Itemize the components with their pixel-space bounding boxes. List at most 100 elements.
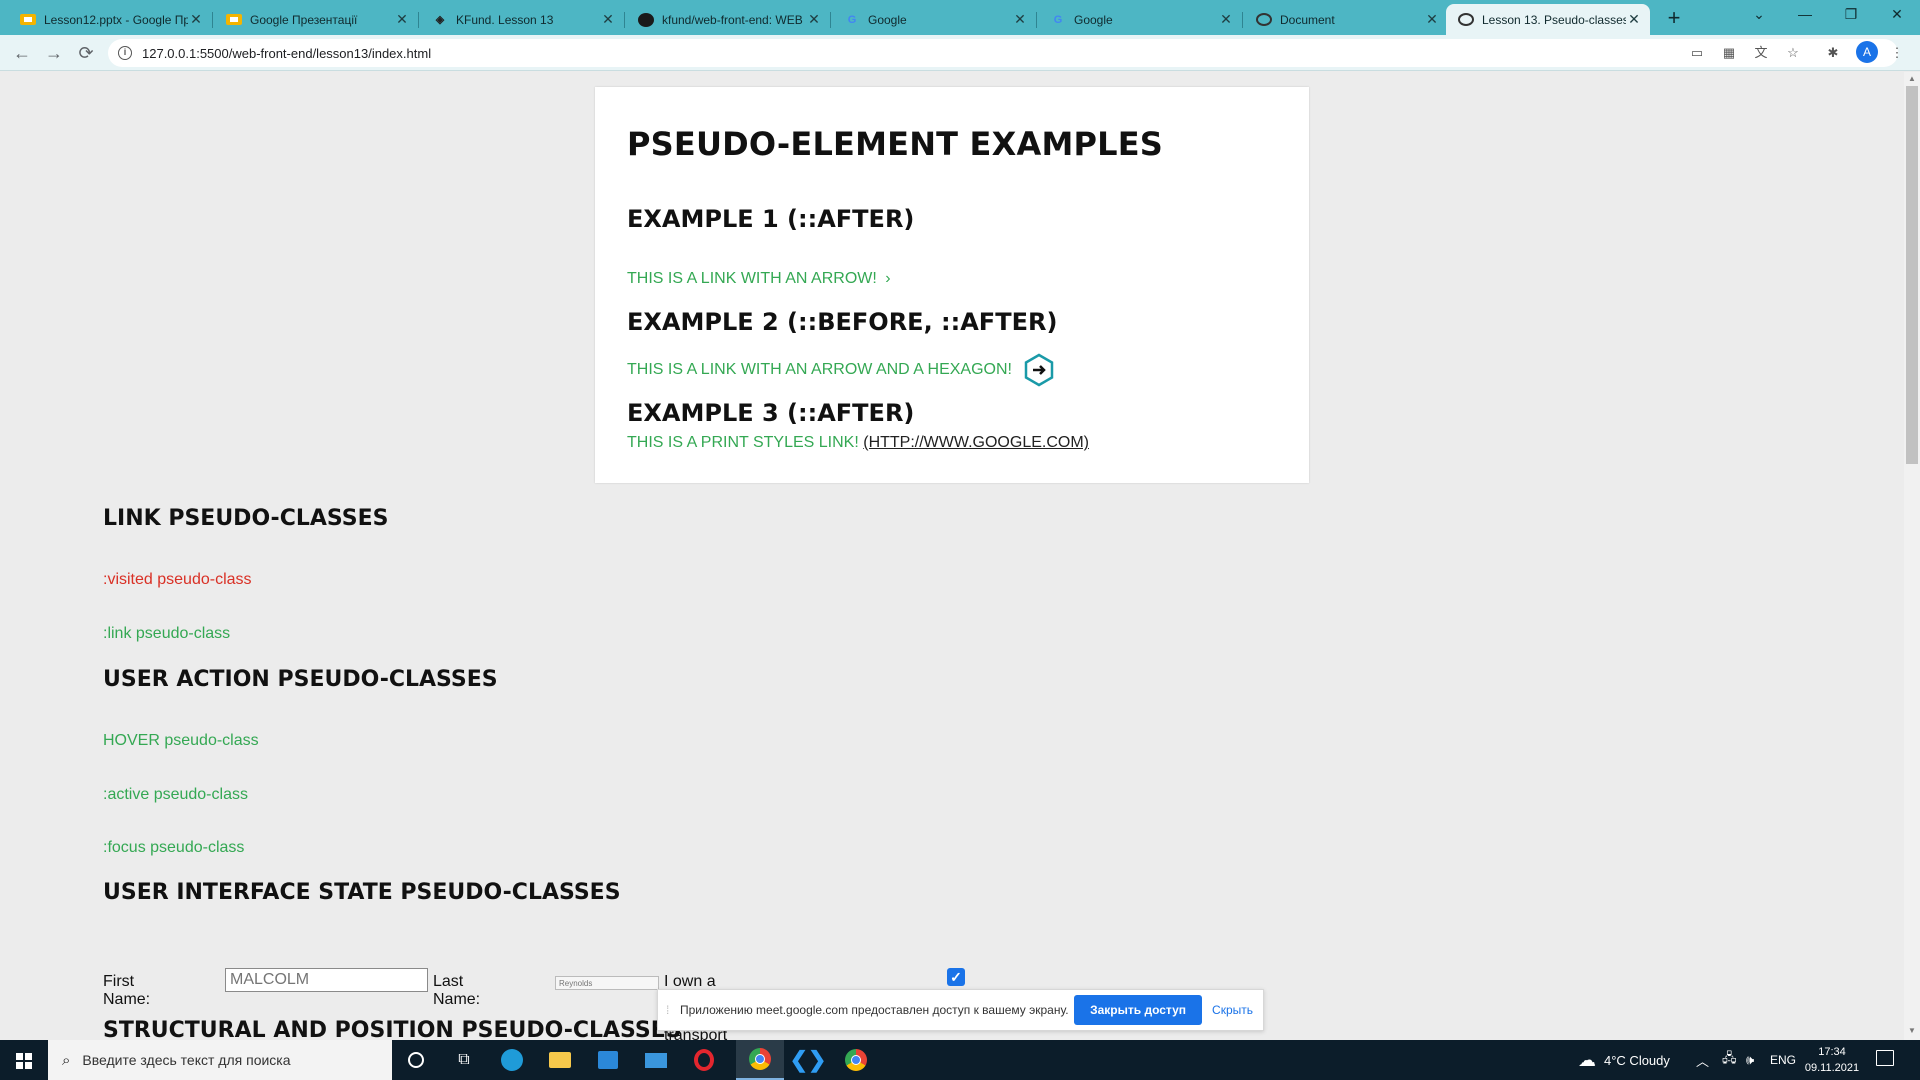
chrome-profile-app[interactable] bbox=[736, 1040, 784, 1080]
hover-link[interactable]: HOVER pseudo-class bbox=[103, 732, 259, 750]
start-button[interactable] bbox=[0, 1040, 48, 1080]
close-icon[interactable]: ✕ bbox=[1626, 11, 1642, 28]
link-link[interactable]: :link pseudo-class bbox=[103, 625, 230, 643]
tab-google-1[interactable]: G Google ✕ bbox=[832, 4, 1037, 35]
weather-widget[interactable]: ☁ 4°C Cloudy bbox=[1578, 1040, 1670, 1080]
chrome-icon bbox=[845, 1049, 867, 1071]
search-placeholder: Введите здесь текст для поиска bbox=[82, 1052, 291, 1068]
visited-link[interactable]: :visited pseudo-class bbox=[103, 571, 252, 589]
clock[interactable]: 17:34 09.11.2021 bbox=[1800, 1044, 1864, 1076]
bookmark-star-icon[interactable]: ☆ bbox=[1784, 45, 1802, 61]
first-name-input[interactable] bbox=[225, 968, 428, 992]
close-icon[interactable]: ✕ bbox=[1012, 11, 1028, 28]
task-view-button[interactable]: ⧉ bbox=[440, 1040, 488, 1080]
globe-icon bbox=[1256, 13, 1272, 26]
search-icon: ⌕ bbox=[62, 1051, 71, 1069]
arrow-link[interactable]: This is a link with an arrow! › bbox=[627, 270, 891, 288]
chrome-app[interactable] bbox=[832, 1040, 880, 1080]
tab-title: kfund/web-front-end: WEB bbox=[662, 12, 803, 27]
tab-google-slides[interactable]: Google Презентації ✕ bbox=[214, 4, 419, 35]
cortana-button[interactable] bbox=[392, 1040, 440, 1080]
close-window-button[interactable]: ✕ bbox=[1874, 0, 1920, 30]
scroll-down-arrow-icon[interactable]: ▼ bbox=[1904, 1026, 1920, 1035]
cortana-icon bbox=[408, 1052, 424, 1068]
tab-lesson13-active[interactable]: Lesson 13. Pseudo-classes ✕ bbox=[1446, 4, 1650, 35]
globe-icon bbox=[1458, 13, 1474, 26]
google-icon: G bbox=[847, 13, 857, 26]
tab-github[interactable]: kfund/web-front-end: WEB ✕ bbox=[626, 4, 831, 35]
user-action-heading: USER ACTION PSEUDO-CLASSES bbox=[103, 667, 498, 692]
close-icon[interactable]: ✕ bbox=[1424, 11, 1440, 28]
slides-icon bbox=[226, 14, 242, 25]
network-icon[interactable]: 🖧 bbox=[1722, 1040, 1737, 1080]
address-bar[interactable]: i 127.0.0.1:5500/web-front-end/lesson13/… bbox=[108, 39, 1898, 67]
minimize-button[interactable]: — bbox=[1782, 0, 1828, 30]
show-hidden-icons[interactable]: ︿ bbox=[1696, 1040, 1709, 1080]
scrollbar-thumb[interactable] bbox=[1906, 86, 1918, 464]
chevron-up-icon: ︿ bbox=[1696, 1053, 1710, 1069]
menu-icon[interactable]: ⋮ bbox=[1888, 45, 1906, 61]
ui-state-heading: USER INTERFACE STATE PSEUDO-CLASSES bbox=[103, 880, 621, 905]
focus-link[interactable]: :focus pseudo-class bbox=[103, 839, 244, 857]
extensions-icon[interactable]: ✱ bbox=[1824, 45, 1842, 61]
example2-heading: EXAMPLE 2 (::BEFORE, ::AFTER) bbox=[627, 308, 1058, 336]
qr-code-icon[interactable]: ▦ bbox=[1720, 45, 1738, 61]
last-name-input[interactable] bbox=[555, 976, 659, 990]
close-icon[interactable]: ✕ bbox=[600, 11, 616, 28]
scroll-up-arrow-icon[interactable]: ▲ bbox=[1904, 74, 1920, 83]
cloud-icon: ☁ bbox=[1578, 1049, 1596, 1070]
tab-google-2[interactable]: G Google ✕ bbox=[1038, 4, 1243, 35]
codepen-icon: ◈ bbox=[435, 14, 445, 26]
screen-share-bar: ⁞ Приложению meet.google.com предоставле… bbox=[657, 989, 1264, 1031]
tab-title: Google Презентації bbox=[250, 12, 358, 27]
mail-app[interactable] bbox=[632, 1040, 680, 1080]
close-icon[interactable]: ✕ bbox=[188, 11, 204, 28]
profile-avatar[interactable]: A bbox=[1856, 41, 1878, 63]
edge-icon bbox=[501, 1049, 523, 1071]
example3-heading: EXAMPLE 3 (::AFTER) bbox=[627, 399, 915, 427]
first-name-label: First Name: bbox=[103, 973, 151, 1008]
chrome-icon bbox=[749, 1048, 771, 1070]
tab-search-icon[interactable]: ⌄ bbox=[1736, 0, 1782, 30]
stop-sharing-button[interactable]: Закрыть доступ bbox=[1074, 995, 1203, 1025]
reload-button[interactable]: ⟳ bbox=[72, 39, 100, 67]
forward-button[interactable]: → bbox=[40, 39, 68, 67]
tab-title: Google bbox=[1074, 12, 1113, 27]
firefly-checkbox[interactable]: ✓ bbox=[947, 968, 965, 986]
example1-heading: EXAMPLE 1 (::AFTER) bbox=[627, 205, 915, 233]
tab-lesson12-slides[interactable]: Lesson12.pptx - Google Презентації ✕ bbox=[8, 4, 213, 35]
maximize-button[interactable]: ❐ bbox=[1828, 0, 1874, 30]
back-button[interactable]: ← bbox=[8, 39, 36, 67]
google-icon: G bbox=[1053, 13, 1063, 26]
hide-button[interactable]: Скрыть bbox=[1212, 1003, 1253, 1017]
translate-icon[interactable]: 文 bbox=[1752, 45, 1770, 61]
page-scrollbar[interactable]: ▲ ▼ bbox=[1904, 72, 1920, 1040]
tab-kfund-lesson13[interactable]: ◈ KFund. Lesson 13 ✕ bbox=[420, 4, 625, 35]
taskbar-search[interactable]: ⌕ Введите здесь текст для поиска bbox=[48, 1040, 392, 1080]
close-icon[interactable]: ✕ bbox=[394, 11, 410, 28]
cast-icon[interactable]: ▭ bbox=[1688, 45, 1706, 61]
notifications-icon[interactable] bbox=[1876, 1050, 1894, 1066]
edge-app[interactable] bbox=[488, 1040, 536, 1080]
print-styles-link[interactable]: This is a print styles link! (HTTP://WWW… bbox=[627, 434, 1089, 452]
close-icon[interactable]: ✕ bbox=[806, 11, 822, 28]
link-pseudo-classes-heading: LINK PSEUDO-CLASSES bbox=[103, 506, 389, 531]
new-tab-button[interactable]: + bbox=[1660, 4, 1688, 32]
tab-title: Lesson 13. Pseudo-classes bbox=[1482, 12, 1626, 27]
site-info-icon[interactable]: i bbox=[118, 46, 132, 60]
language-indicator[interactable]: ENG bbox=[1770, 1040, 1796, 1080]
windows-taskbar: ⌕ Введите здесь текст для поиска ⧉ ❮❯ ☁ … bbox=[0, 1040, 1920, 1080]
close-icon[interactable]: ✕ bbox=[1218, 11, 1234, 28]
file-explorer-app[interactable] bbox=[536, 1040, 584, 1080]
vscode-app[interactable]: ❮❯ bbox=[784, 1040, 832, 1080]
task-view-icon: ⧉ bbox=[458, 1051, 470, 1068]
tab-title: Document bbox=[1280, 12, 1335, 27]
print-link-text: This is a print styles link! bbox=[627, 434, 859, 451]
store-app[interactable] bbox=[584, 1040, 632, 1080]
drag-handle-icon[interactable]: ⁞ bbox=[666, 1003, 676, 1017]
tab-document[interactable]: Document ✕ bbox=[1244, 4, 1448, 35]
active-link[interactable]: :active pseudo-class bbox=[103, 786, 248, 804]
hexagon-link[interactable]: This is a link with an arrow and a hexag… bbox=[627, 353, 1054, 387]
opera-app[interactable] bbox=[680, 1040, 728, 1080]
volume-icon[interactable]: 🕪 bbox=[1746, 1040, 1754, 1080]
